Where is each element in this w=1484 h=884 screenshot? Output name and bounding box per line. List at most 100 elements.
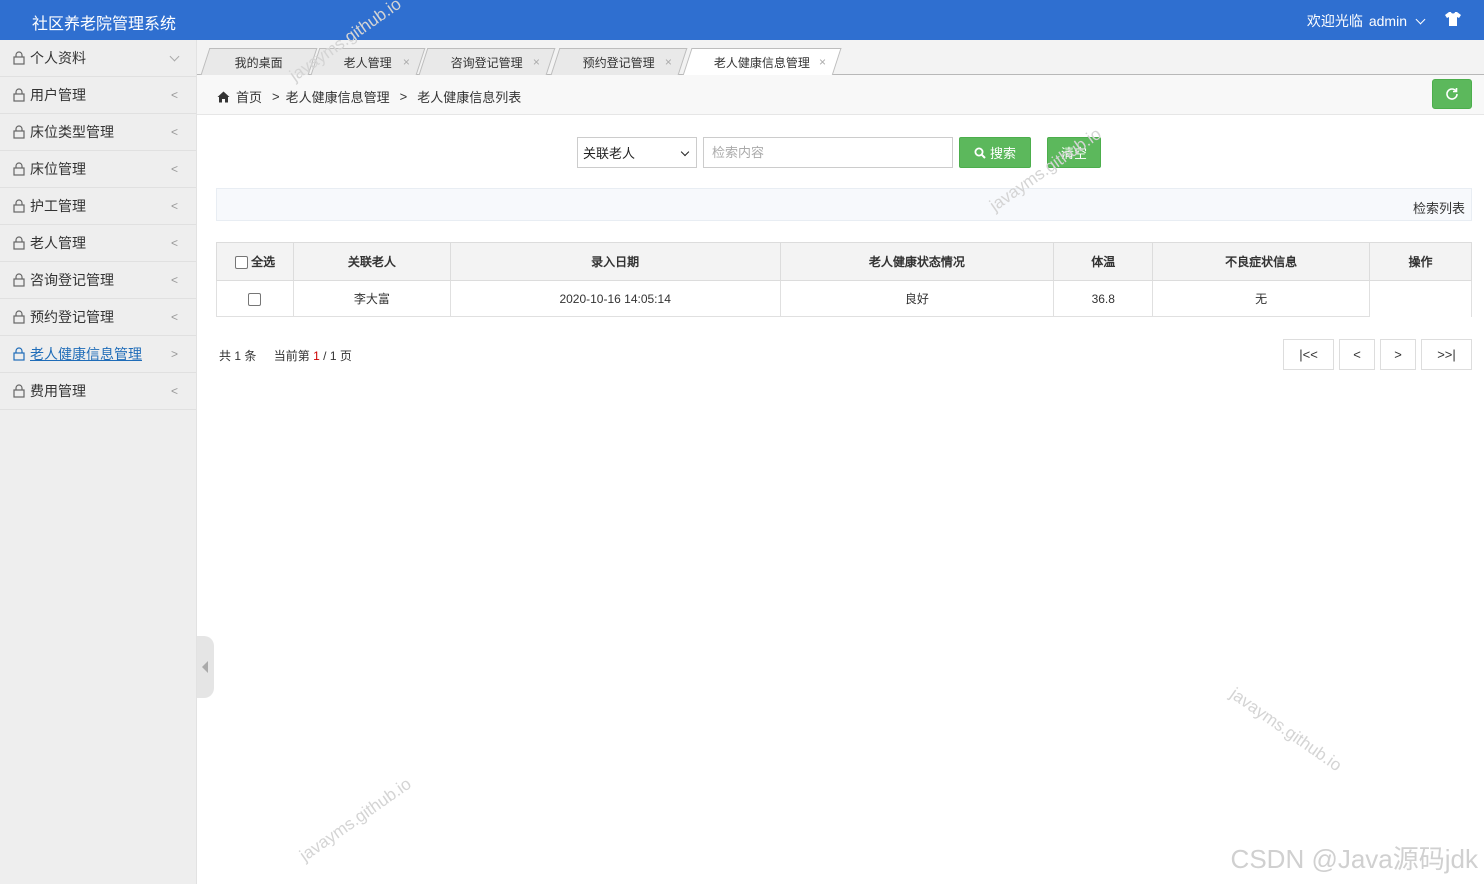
list-banner-title: 检索列表 — [1412, 201, 1465, 216]
pagination-info: 共 1 条 当前第 1 / 1 页 — [219, 347, 352, 364]
sidebar-item-bed-types[interactable]: 床位类型管理 < — [0, 114, 196, 151]
lock-icon — [13, 236, 25, 250]
watermark: javayms.github.io — [296, 774, 415, 866]
close-icon[interactable]: × — [533, 55, 540, 69]
lock-icon — [13, 88, 25, 102]
column-header: 老人健康状态情况 — [779, 242, 1055, 281]
cell-status: 良好 — [779, 280, 1055, 317]
page-separator: / — [323, 349, 327, 363]
chevron-left-icon: < — [170, 88, 178, 102]
select-value: 关联老人 — [583, 146, 636, 161]
chevron-left-icon: < — [170, 236, 178, 250]
close-icon[interactable]: × — [819, 55, 826, 69]
tab-appointments[interactable]: 预约登记管理 × — [550, 48, 688, 75]
sidebar-item-label: 预约登记管理 — [30, 309, 114, 325]
column-header-select-all[interactable]: 全选 — [216, 242, 294, 281]
cell-temperature: 36.8 — [1053, 280, 1154, 317]
search-field-select[interactable]: 关联老人 — [577, 137, 697, 168]
tab-bar: 我的桌面 老人管理 × 咨询登记管理 × 预约登记管理 × 老人健康信息管理 × — [197, 40, 1484, 76]
column-header: 操作 — [1369, 242, 1472, 281]
sidebar-item-label: 护工管理 — [30, 198, 86, 214]
user-menu[interactable]: 欢迎光临 admin — [1306, 11, 1426, 31]
chevron-down-icon — [680, 147, 690, 157]
column-header: 录入日期 — [449, 242, 781, 281]
sidebar-item-profile[interactable]: 个人资料 — [0, 40, 196, 77]
chevron-left-icon: < — [170, 273, 178, 287]
table-header-row: 全选 关联老人 录入日期 老人健康状态情况 体温 不良症状信息 操作 — [216, 242, 1472, 281]
sidebar-collapse-handle[interactable] — [197, 636, 214, 698]
sidebar-item-label: 老人健康信息管理 — [30, 346, 142, 362]
total-count: 1 — [234, 349, 242, 363]
home-icon — [217, 91, 230, 102]
lock-icon — [13, 51, 25, 65]
chevron-left-icon: < — [170, 384, 178, 398]
last-page-button[interactable]: >>| — [1421, 339, 1472, 370]
search-form: 关联老人 搜索 清空 — [577, 137, 1101, 168]
top-header: 社区养老院管理系统 欢迎光临 admin — [0, 0, 1484, 40]
chevron-right-icon: > — [170, 347, 178, 361]
breadcrumb-level1[interactable]: 老人健康信息管理 — [286, 87, 390, 106]
tab-elder-health[interactable]: 老人健康信息管理 × — [682, 48, 842, 76]
search-input[interactable] — [703, 137, 953, 168]
lock-icon — [13, 125, 25, 139]
close-icon[interactable]: × — [403, 55, 410, 69]
sidebar-item-caregivers[interactable]: 护工管理 < — [0, 188, 196, 225]
sidebar-item-label: 个人资料 — [30, 50, 86, 66]
close-icon[interactable]: × — [665, 55, 672, 69]
row-checkbox[interactable] — [248, 292, 262, 306]
sidebar-item-consultations[interactable]: 咨询登记管理 < — [0, 262, 196, 299]
sidebar-item-elders[interactable]: 老人管理 < — [0, 225, 196, 262]
health-table: 全选 关联老人 录入日期 老人健康状态情况 体温 不良症状信息 操作 李大富 2… — [216, 242, 1472, 317]
tab-label: 老人健康信息管理 — [713, 56, 810, 70]
lock-icon — [13, 273, 25, 287]
tab-label: 咨询登记管理 — [450, 55, 523, 70]
cell-symptoms: 无 — [1152, 280, 1371, 317]
pagination: |<< < > >>| — [1283, 339, 1472, 370]
prev-page-button[interactable]: < — [1339, 339, 1375, 370]
skin-shirt-icon[interactable] — [1444, 11, 1462, 27]
search-button-label: 搜索 — [989, 146, 1016, 161]
tab-consultations[interactable]: 咨询登记管理 × — [418, 48, 556, 75]
sidebar: 个人资料 用户管理 < 床位类型管理 < 床位管理 < 护工管理 < 老人管理 … — [0, 40, 197, 884]
refresh-icon — [1446, 88, 1458, 100]
refresh-button[interactable] — [1432, 79, 1472, 109]
sidebar-item-label: 床位类型管理 — [30, 124, 114, 140]
cell-date: 2020-10-16 14:05:14 — [449, 280, 781, 317]
first-page-button[interactable]: |<< — [1283, 339, 1334, 370]
chevron-down-icon — [169, 51, 180, 62]
sidebar-item-users[interactable]: 用户管理 < — [0, 77, 196, 114]
column-header: 关联老人 — [292, 242, 451, 281]
lock-icon — [13, 162, 25, 176]
sidebar-item-label: 用户管理 — [30, 87, 86, 103]
breadcrumb-home[interactable]: 首页 — [236, 87, 262, 106]
row-checkbox-cell[interactable] — [216, 280, 294, 317]
breadcrumb-level2: 老人健康信息列表 — [417, 90, 522, 105]
sidebar-item-appointments[interactable]: 预约登记管理 < — [0, 299, 196, 336]
total-suffix: 条 — [244, 349, 257, 363]
chevron-left-icon: < — [170, 310, 178, 324]
lock-icon — [13, 310, 25, 324]
total-prefix: 共 — [219, 349, 232, 363]
breadcrumb-bar: 首页 > 老人健康信息管理 > 老人健康信息列表 — [197, 75, 1484, 115]
select-all-checkbox[interactable] — [234, 256, 248, 270]
sidebar-item-elder-health[interactable]: 老人健康信息管理 > — [0, 336, 196, 373]
welcome-text: 欢迎光临 — [1306, 13, 1363, 29]
lock-icon — [13, 199, 25, 213]
lock-icon — [13, 347, 25, 361]
page-suffix: 页 — [339, 349, 352, 363]
current-prefix: 当前第 — [273, 349, 310, 363]
sidebar-item-label: 咨询登记管理 — [30, 272, 114, 288]
chevron-left-icon: < — [170, 162, 178, 176]
sidebar-item-label: 床位管理 — [30, 161, 86, 177]
sidebar-item-label: 费用管理 — [30, 383, 86, 399]
sidebar-item-label: 老人管理 — [30, 235, 86, 251]
page-count: 1 — [329, 349, 337, 363]
sidebar-item-beds[interactable]: 床位管理 < — [0, 151, 196, 188]
app-title: 社区养老院管理系统 — [32, 16, 177, 33]
next-page-button[interactable]: > — [1380, 339, 1416, 370]
search-button[interactable]: 搜索 — [959, 137, 1031, 168]
list-banner: 检索列表 — [216, 188, 1472, 221]
current-page: 1 — [313, 349, 320, 363]
sidebar-item-fees[interactable]: 费用管理 < — [0, 373, 196, 410]
cell-elder: 李大富 — [292, 280, 451, 317]
